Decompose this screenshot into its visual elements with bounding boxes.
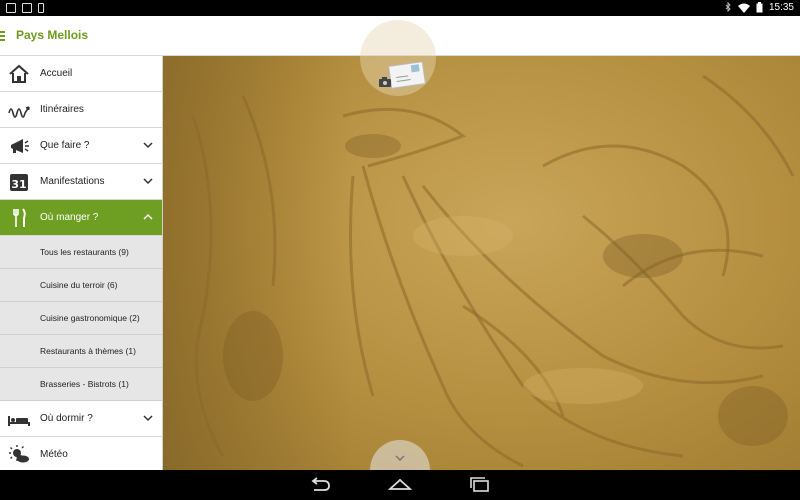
- bluetooth-icon: [725, 2, 732, 13]
- megaphone-icon: [11, 139, 29, 153]
- sub-item-label: Cuisine gastronomique (2): [40, 313, 140, 323]
- nav-item-label: Que faire ?: [40, 140, 90, 151]
- nav-item-label: Où manger ?: [40, 212, 99, 223]
- chevron-down-icon: [143, 415, 153, 422]
- app-title: Pays Mellois: [16, 28, 89, 42]
- sub-item-brasseries-bistrots[interactable]: Brasseries - Bistrots (1): [0, 368, 162, 401]
- chevron-down-icon: [395, 455, 405, 462]
- route-icon: [8, 106, 30, 118]
- nav-item-itineraires[interactable]: Itinéraires: [0, 92, 162, 128]
- home-button-icon[interactable]: [388, 477, 412, 493]
- nav-item-meteo[interactable]: Météo: [0, 437, 162, 470]
- sub-item-restaurants-a-themes[interactable]: Restaurants à thèmes (1): [0, 335, 162, 368]
- fork-knife-icon: [13, 208, 26, 227]
- sub-item-label: Brasseries - Bistrots (1): [40, 379, 129, 389]
- svg-text:31: 31: [11, 178, 26, 191]
- status-time: 15:35: [768, 2, 794, 13]
- recents-icon[interactable]: [468, 477, 492, 493]
- hero-image: [163, 56, 800, 470]
- calendar-check-icon: [22, 3, 32, 13]
- home-icon: [9, 64, 29, 83]
- barcode-icon: [38, 3, 44, 13]
- nav-item-label: Manifestations: [40, 176, 105, 187]
- gmail-icon: [6, 3, 16, 13]
- gallery-badge[interactable]: [360, 20, 436, 96]
- wifi-icon: [737, 3, 750, 13]
- nav-item-ou-dormir[interactable]: Où dormir ?: [0, 401, 162, 437]
- nav-item-label: Accueil: [40, 68, 73, 79]
- postcard-icon: [388, 62, 426, 89]
- sub-item-label: Cuisine du terroir (6): [40, 280, 118, 290]
- back-icon[interactable]: [308, 477, 332, 493]
- status-bar: 15:35: [0, 0, 800, 16]
- system-navigation-bar: [0, 470, 800, 500]
- notification-icons: [6, 3, 44, 13]
- system-icons: 15:35: [725, 2, 794, 13]
- nav-item-ou-manger[interactable]: Où manger ?: [0, 200, 162, 236]
- drawer-toggle-icon[interactable]: [0, 29, 8, 43]
- chevron-up-icon: [143, 213, 153, 220]
- chevron-down-icon: [143, 142, 153, 149]
- camera-icon: [379, 77, 391, 87]
- nav-item-label: Météo: [40, 449, 68, 460]
- nav-item-que-faire[interactable]: Que faire ?: [0, 128, 162, 164]
- sub-item-cuisine-gastronomique[interactable]: Cuisine gastronomique (2): [0, 302, 162, 335]
- calendar-31-icon: 31: [10, 174, 28, 191]
- bed-icon: [8, 416, 30, 426]
- nav-item-accueil[interactable]: Accueil: [0, 56, 162, 92]
- sub-item-label: Restaurants à thèmes (1): [40, 346, 136, 356]
- nav-item-manifestations[interactable]: 31 Manifestations: [0, 164, 162, 200]
- chevron-down-icon: [143, 178, 153, 185]
- battery-icon: [756, 2, 763, 13]
- nav-item-label: Itinéraires: [40, 104, 84, 115]
- nav-item-label: Où dormir ?: [40, 413, 93, 424]
- sub-item-cuisine-du-terroir[interactable]: Cuisine du terroir (6): [0, 269, 162, 302]
- sub-item-label: Tous les restaurants (9): [40, 247, 129, 257]
- weather-icon: [9, 445, 29, 463]
- sub-item-tous-les-restaurants[interactable]: Tous les restaurants (9): [0, 236, 162, 269]
- navigation-drawer: Accueil Itinéraires Que faire ? 31 Manif…: [0, 56, 163, 470]
